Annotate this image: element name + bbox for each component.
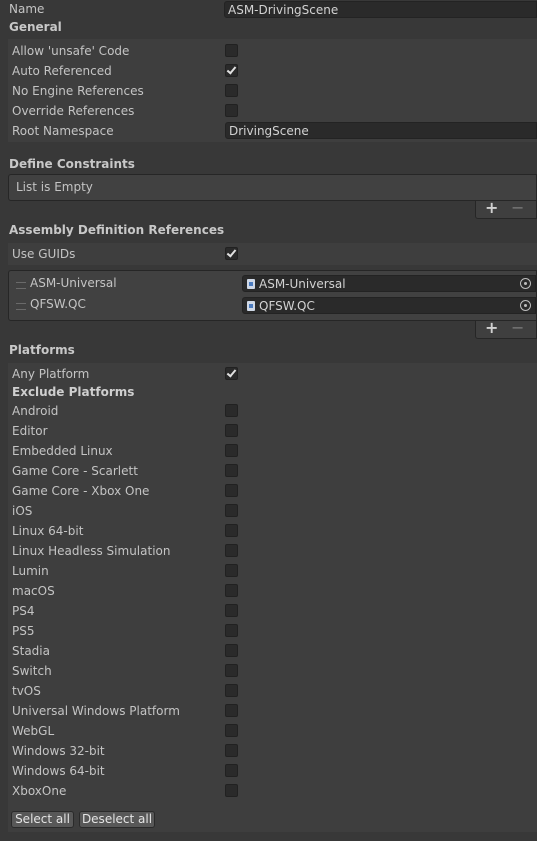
assembly-asset-icon <box>247 301 255 311</box>
platform-checkbox[interactable] <box>225 604 238 617</box>
platform-label: Linux Headless Simulation <box>12 544 171 558</box>
plus-icon[interactable]: + <box>485 198 498 217</box>
platform-label: Game Core - Scarlett <box>12 464 138 478</box>
name-field[interactable]: ASM-DrivingScene <box>224 1 537 18</box>
platform-checkbox[interactable] <box>225 524 238 537</box>
platform-checkbox[interactable] <box>225 544 238 557</box>
assembly-ref-value: QFSW.QC <box>259 299 315 313</box>
assembly-asset-icon <box>247 279 255 289</box>
assembly-ref-label: ASM-Universal <box>30 276 117 290</box>
platform-label: Embedded Linux <box>12 444 113 458</box>
platform-checkbox[interactable] <box>225 444 238 457</box>
platform-checkbox[interactable] <box>225 784 238 797</box>
drag-handle-icon[interactable] <box>16 303 26 310</box>
assembly-refs-footer: + − <box>475 318 537 339</box>
platform-checkbox[interactable] <box>225 424 238 437</box>
no-engine-references-label: No Engine References <box>12 84 144 98</box>
platform-label: Linux 64-bit <box>12 524 84 538</box>
platforms-header: Platforms <box>9 343 75 357</box>
platform-checkbox[interactable] <box>225 484 238 497</box>
general-header: General <box>9 20 62 34</box>
no-engine-references-checkbox[interactable] <box>225 84 238 97</box>
any-platform-label: Any Platform <box>12 367 90 381</box>
override-references-checkbox[interactable] <box>225 104 238 117</box>
platform-checkbox[interactable] <box>225 724 238 737</box>
platform-checkbox[interactable] <box>225 704 238 717</box>
platform-label: Lumin <box>12 564 49 578</box>
select-all-button[interactable]: Select all <box>11 811 74 828</box>
assembly-ref-value: ASM-Universal <box>259 277 346 291</box>
define-constraints-list: List is Empty <box>8 174 537 201</box>
platform-checkbox[interactable] <box>225 684 238 697</box>
platform-checkbox[interactable] <box>225 744 238 757</box>
platform-checkbox[interactable] <box>225 504 238 517</box>
use-guids-label: Use GUIDs <box>12 247 76 261</box>
assembly-ref-field[interactable]: ASM-Universal <box>242 275 536 292</box>
platform-checkbox[interactable] <box>225 584 238 597</box>
platform-label: Game Core - Xbox One <box>12 484 150 498</box>
platform-label: PS5 <box>12 624 35 638</box>
assembly-refs-list: ASM-Universal ASM-Universal QFSW.QC QFSW… <box>8 270 537 321</box>
platform-label: XboxOne <box>12 784 67 798</box>
platform-label: macOS <box>12 584 55 598</box>
platform-label: Android <box>12 404 59 418</box>
name-label: Name <box>9 2 45 16</box>
platforms-section <box>8 363 537 832</box>
platform-label: Universal Windows Platform <box>12 704 180 718</box>
use-guids-checkbox[interactable] <box>225 247 238 260</box>
auto-referenced-label: Auto Referenced <box>12 64 112 78</box>
deselect-all-button[interactable]: Deselect all <box>79 811 155 828</box>
list-empty-text: List is Empty <box>16 180 93 194</box>
assembly-ref-field[interactable]: QFSW.QC <box>242 297 536 314</box>
object-picker-icon[interactable] <box>520 300 531 311</box>
platform-checkbox[interactable] <box>225 564 238 577</box>
platform-checkbox[interactable] <box>225 664 238 677</box>
platform-label: WebGL <box>12 724 55 738</box>
platform-checkbox[interactable] <box>225 624 238 637</box>
object-picker-icon[interactable] <box>520 278 531 289</box>
platform-checkbox[interactable] <box>225 464 238 477</box>
platform-checkbox[interactable] <box>225 644 238 657</box>
platform-label: tvOS <box>12 684 41 698</box>
define-constraints-footer: + − <box>475 198 537 219</box>
root-namespace-label: Root Namespace <box>12 124 114 138</box>
any-platform-checkbox[interactable] <box>225 367 238 380</box>
allow-unsafe-label: Allow 'unsafe' Code <box>12 44 130 58</box>
override-references-label: Override References <box>12 104 135 118</box>
platform-label: Windows 64-bit <box>12 764 105 778</box>
platform-label: PS4 <box>12 604 35 618</box>
plus-icon[interactable]: + <box>485 318 498 337</box>
auto-referenced-checkbox[interactable] <box>225 64 238 77</box>
platform-label: iOS <box>12 504 33 518</box>
define-constraints-header: Define Constraints <box>9 157 135 171</box>
assembly-refs-header: Assembly Definition References <box>9 223 225 237</box>
exclude-platforms-header: Exclude Platforms <box>12 385 135 399</box>
minus-icon[interactable]: − <box>511 198 524 217</box>
root-namespace-field[interactable]: DrivingScene <box>225 122 537 139</box>
drag-handle-icon[interactable] <box>16 282 26 289</box>
platform-label: Editor <box>12 424 48 438</box>
platform-label: Switch <box>12 664 52 678</box>
platform-checkbox[interactable] <box>225 404 238 417</box>
minus-icon[interactable]: − <box>511 318 524 337</box>
platform-checkbox[interactable] <box>225 764 238 777</box>
allow-unsafe-checkbox[interactable] <box>225 44 238 57</box>
use-guids-section <box>8 243 537 265</box>
platform-label: Stadia <box>12 644 50 658</box>
platform-label: Windows 32-bit <box>12 744 105 758</box>
assembly-ref-label: QFSW.QC <box>30 297 86 311</box>
